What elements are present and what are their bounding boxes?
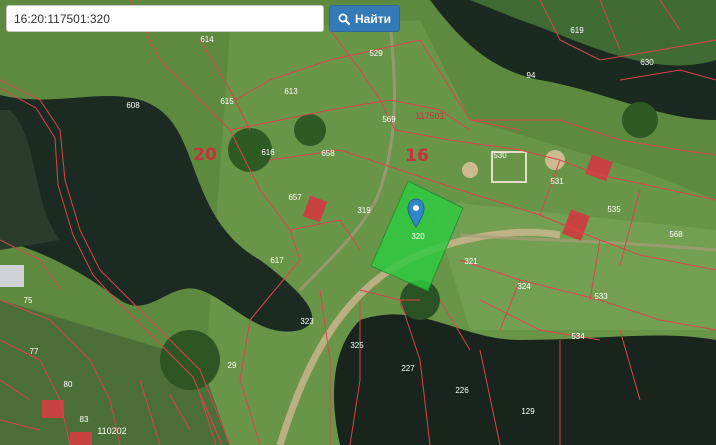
parcel-label: 226 (455, 386, 469, 395)
sand-patch (545, 150, 565, 170)
parcel-label: 533 (594, 292, 608, 301)
cadastral-search-input[interactable] (6, 5, 324, 32)
parcel-label: 531 (550, 177, 564, 186)
parcel-label: 321 (464, 257, 478, 266)
parcel-label: 529 (369, 49, 383, 58)
building-roof (0, 265, 24, 287)
building-roof (70, 432, 92, 445)
parcel-label: 568 (669, 230, 683, 239)
quarter-label: 117501 (415, 111, 444, 121)
parcel-label: 619 (570, 26, 584, 35)
parcel-label: 530 (493, 151, 507, 160)
zone-label: 20 (193, 145, 217, 165)
sand-patch (462, 162, 478, 178)
parcel-label: 608 (126, 101, 140, 110)
parcel-label: 325 (350, 341, 364, 350)
parcel-label: 320 (411, 232, 425, 241)
parcel-label: 94 (527, 71, 536, 80)
tree-cluster (622, 102, 658, 138)
parcel-label: 658 (321, 149, 335, 158)
search-button[interactable]: Найти (329, 5, 400, 32)
parcel-label: 615 (220, 97, 234, 106)
parcel-label: 617 (270, 256, 284, 265)
parcel-label: 630 (640, 58, 654, 67)
parcel-label: 323 (300, 317, 314, 326)
parcel-label: 324 (517, 282, 531, 291)
search-button-label: Найти (355, 11, 391, 26)
parcel-label: 129 (521, 407, 535, 416)
parcel-label: 535 (607, 205, 621, 214)
parcel-label: 657 (288, 193, 302, 202)
parcel-label: 534 (571, 332, 585, 341)
parcel-label: 569 (382, 115, 396, 124)
search-bar: Найти (6, 5, 400, 32)
parcel-label: 75 (24, 296, 33, 305)
search-icon (338, 13, 350, 25)
map-canvas[interactable]: 20 16 117501 110202 614 529 619 630 94 6… (0, 0, 716, 445)
parcel-label: 77 (30, 347, 39, 356)
parcel-label: 616 (261, 148, 275, 157)
parcel-label: 319 (357, 206, 371, 215)
parcel-label: 29 (228, 361, 237, 370)
parcel-label: 80 (64, 380, 73, 389)
parcel-label: 83 (80, 415, 89, 424)
zone-label: 16 (405, 146, 429, 166)
parcel-label: 227 (401, 364, 415, 373)
parcel-label: 614 (200, 35, 214, 44)
quarter-label: 110202 (97, 426, 126, 436)
tree-cluster (294, 114, 326, 146)
parcel-label: 613 (284, 87, 298, 96)
